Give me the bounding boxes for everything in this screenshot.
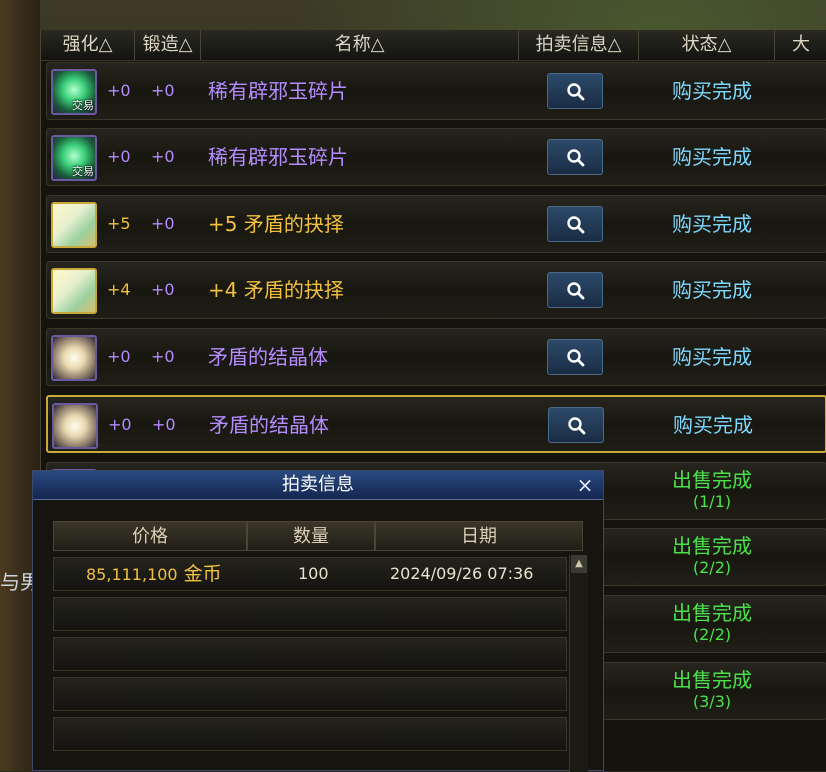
scroll-item-icon[interactable] [51, 268, 97, 314]
status-text: 购买完成 [673, 413, 753, 437]
auction-info-button[interactable] [547, 73, 603, 109]
date-value: 2024/09/26 07:36 [390, 564, 534, 583]
auction-info-button[interactable] [547, 272, 603, 308]
item-name: +4 矛盾的抉择 [208, 278, 344, 302]
empty-row [53, 637, 567, 671]
crystal-item-icon[interactable] [52, 403, 98, 449]
table-row[interactable]: 交易 +0 +0 稀有辟邪玉碎片 购买完成 [46, 62, 826, 120]
popup-table-header: 价格 数量 日期 [53, 521, 583, 551]
close-icon[interactable]: × [573, 473, 597, 497]
status-text: 出售完成 (1/1) [642, 463, 782, 519]
item-name: 矛盾的结晶体 [209, 413, 329, 437]
item-name: 稀有辟邪玉碎片 [208, 145, 348, 169]
forge-value: +0 [151, 81, 175, 100]
enhance-value: +4 [107, 280, 131, 299]
popup-title: 拍卖信息 [282, 474, 354, 495]
table-row[interactable]: +5 +0 +5 矛盾的抉择 购买完成 [46, 195, 826, 253]
search-icon [567, 349, 585, 367]
column-header-enhance[interactable]: 强化△ [41, 30, 135, 60]
empty-row [53, 717, 567, 751]
status-label: 出售完成 [672, 601, 752, 625]
status-count: (2/2) [692, 625, 732, 644]
forge-value: +0 [151, 280, 175, 299]
status-text: 出售完成 (2/2) [642, 596, 782, 652]
enhance-value: +0 [107, 147, 131, 166]
forge-value: +0 [152, 415, 176, 434]
popup-column-price: 价格 [53, 521, 247, 551]
currency-label: 金币 [183, 563, 222, 585]
auction-info-popup: 拍卖信息 × 价格 数量 日期 85,111,100 金币 100 2024/09/2… [32, 470, 604, 772]
auction-info-button[interactable] [547, 339, 603, 375]
quantity-value: 100 [298, 564, 329, 583]
trade-tag: 交易 [72, 99, 94, 112]
enhance-value: +0 [107, 81, 131, 100]
forge-value: +0 [151, 147, 175, 166]
empty-row [53, 677, 567, 711]
popup-column-quantity: 数量 [247, 521, 375, 551]
popup-title-bar[interactable]: 拍卖信息 × [33, 471, 603, 500]
enhance-value: +0 [108, 415, 132, 434]
search-icon [567, 149, 585, 167]
column-header-status[interactable]: 状态△ [639, 30, 775, 60]
status-text: 出售完成 (3/3) [642, 663, 782, 719]
status-label: 出售完成 [672, 534, 752, 558]
popup-column-date: 日期 [375, 521, 583, 551]
table-header: 强化△ 锻造△ 名称△ 拍卖信息△ 状态△ 大 [41, 30, 826, 61]
table-row[interactable]: +4 +0 +4 矛盾的抉择 购买完成 [46, 261, 826, 319]
item-name: 稀有辟邪玉碎片 [208, 79, 348, 103]
search-icon [568, 417, 586, 435]
status-label: 出售完成 [672, 668, 752, 692]
column-header-forge[interactable]: 锻造△ [135, 30, 201, 60]
item-name: 矛盾的结晶体 [208, 345, 328, 369]
enhance-value: +5 [107, 214, 131, 233]
status-label: 出售完成 [672, 468, 752, 492]
search-icon [567, 282, 585, 300]
status-text: 购买完成 [672, 212, 752, 236]
popup-scrollbar[interactable]: ▲ [569, 555, 588, 772]
table-row[interactable]: +0 +0 矛盾的结晶体 购买完成 [46, 328, 826, 386]
forge-value: +0 [151, 347, 175, 366]
trade-tag: 交易 [72, 165, 94, 178]
price-row: 85,111,100 金币 100 2024/09/26 07:36 [53, 557, 567, 591]
jade-fragment-icon[interactable]: 交易 [51, 69, 97, 115]
crystal-item-icon[interactable] [51, 335, 97, 381]
search-icon [567, 216, 585, 234]
status-text: 出售完成 (2/2) [642, 529, 782, 585]
column-header-extra[interactable]: 大 [775, 30, 826, 60]
forge-value: +0 [151, 214, 175, 233]
status-count: (3/3) [692, 692, 732, 711]
enhance-value: +0 [107, 347, 131, 366]
status-text: 购买完成 [672, 345, 752, 369]
jade-fragment-icon[interactable]: 交易 [51, 135, 97, 181]
search-icon [567, 83, 585, 101]
column-header-name[interactable]: 名称△ [201, 30, 519, 60]
status-text: 购买完成 [672, 79, 752, 103]
status-text: 购买完成 [672, 278, 752, 302]
scroll-item-icon[interactable] [51, 202, 97, 248]
auction-info-button[interactable] [547, 139, 603, 175]
table-row[interactable]: +0 +0 矛盾的结晶体 购买完成 [46, 395, 826, 453]
table-row[interactable]: 交易 +0 +0 稀有辟邪玉碎片 购买完成 [46, 128, 826, 186]
item-name: +5 矛盾的抉择 [208, 212, 344, 236]
price-cell: 85,111,100 金币 [86, 558, 222, 590]
price-value: 85,111,100 [86, 565, 178, 584]
auction-info-button[interactable] [547, 206, 603, 242]
auction-info-button[interactable] [548, 407, 604, 443]
status-count: (2/2) [692, 558, 732, 577]
column-header-auction-info[interactable]: 拍卖信息△ [519, 30, 639, 60]
status-count: (1/1) [692, 492, 732, 511]
scroll-up-icon[interactable]: ▲ [571, 555, 587, 573]
empty-row [53, 597, 567, 631]
status-text: 购买完成 [672, 145, 752, 169]
